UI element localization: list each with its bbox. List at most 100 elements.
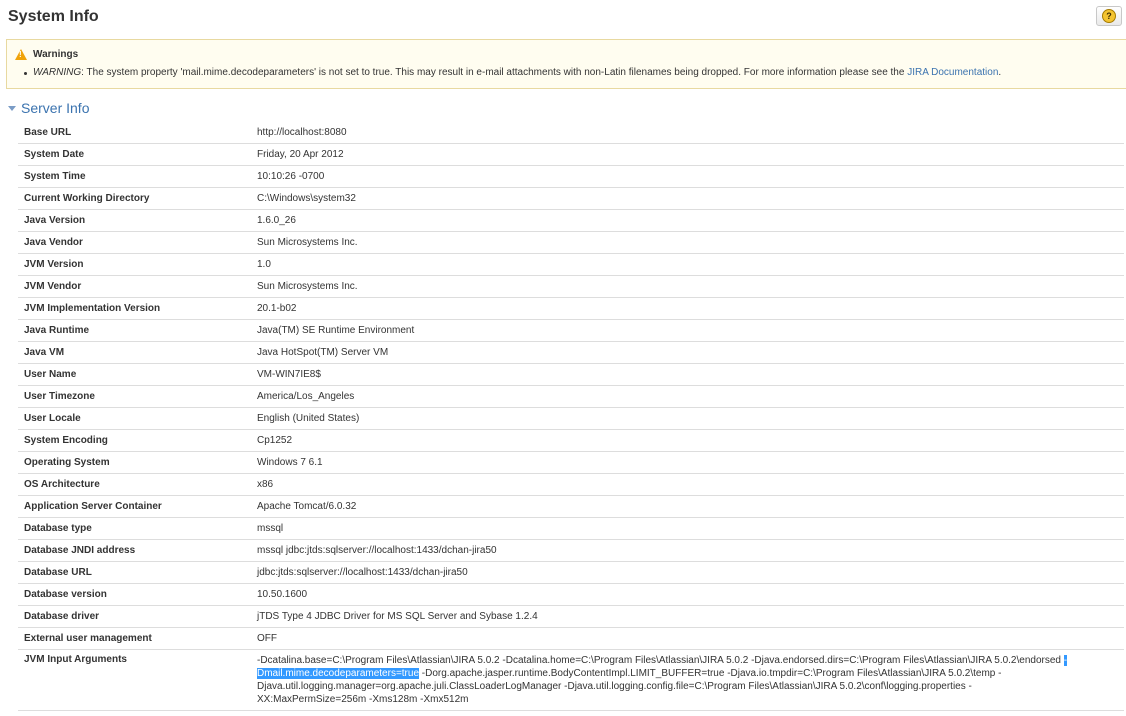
row-value: Windows 7 6.1 [251,451,1124,474]
jvm-args-text: -Dcatalina.base=C:\Program Files\Atlassi… [257,655,1064,666]
table-row: Database driver jTDS Type 4 JDBC Driver f… [18,605,1124,628]
row-value: Java HotSpot(TM) Server VM [251,341,1124,364]
row-key: JVM Vendor [18,275,251,298]
table-row: Java Runtime Java(TM) SE Runtime Environm… [18,319,1124,342]
warnings-panel: Warnings WARNING: The system property 'm… [6,39,1126,89]
jvm-args-line: Dmail.mime.decodeparameters=true -Dorg.a… [257,667,1118,680]
row-key: JVM Implementation Version [18,297,251,320]
row-key: Java Version [18,209,251,232]
row-key: System Date [18,143,251,166]
row-key: Database version [18,583,251,606]
row-key: External user management [18,627,251,650]
row-value: http://localhost:8080 [251,122,1124,144]
warning-text-end: . [998,67,1002,78]
row-key: User Timezone [18,385,251,408]
table-row: Java Version 1.6.0_26 [18,209,1124,232]
row-key: System Time [18,165,251,188]
table-row: Application Server Container Apache Tomca… [18,495,1124,518]
table-row: Java Vendor Sun Microsystems Inc. [18,231,1124,254]
row-value: 20.1-b02 [251,297,1124,320]
row-key: Database JNDI address [18,539,251,562]
row-value: -Dcatalina.base=C:\Program Files\Atlassi… [251,649,1124,711]
table-row: User Timezone America/Los_Angeles [18,385,1124,408]
row-value: Java(TM) SE Runtime Environment [251,319,1124,342]
row-key: Java Runtime [18,319,251,342]
row-key: User Locale [18,407,251,430]
table-row: User Name VM-WIN7IE8$ [18,363,1124,386]
row-key: System Encoding [18,429,251,452]
row-key: Database type [18,517,251,540]
row-value: 1.0 [251,253,1124,276]
row-value: 1.6.0_26 [251,209,1124,232]
selected-text: - [1063,655,1068,666]
warnings-heading-label: Warnings [33,49,79,60]
jvm-args-line: Djava.util.logging.manager=org.apache.ju… [257,681,972,692]
system-info-page: System Info ? Warnings WARNING: The syst… [0,0,1126,716]
row-key: Application Server Container [18,495,251,518]
help-button[interactable]: ? [1096,6,1122,26]
table-row: JVM Version 1.0 [18,253,1124,276]
row-value: 10.50.1600 [251,583,1124,606]
table-row: JVM Input Arguments -Dcatalina.base=C:\P… [18,649,1124,711]
table-row: User Locale English (United States) [18,407,1124,430]
table-row: Current Working Directory C:\Windows\syst… [18,187,1124,210]
row-value: America/Los_Angeles [251,385,1124,408]
row-value: mssql jdbc:jtds:sqlserver://localhost:14… [251,539,1124,562]
warning-item: WARNING: The system property 'mail.mime.… [23,67,1002,78]
row-value: Cp1252 [251,429,1124,452]
table-row: Base URL http://localhost:8080 [18,122,1124,144]
row-key: Base URL [18,122,251,144]
row-value: Sun Microsystems Inc. [251,231,1124,254]
row-key: Database URL [18,561,251,584]
table-row: Database version 10.50.1600 [18,583,1124,606]
selected-text: Dmail.mime.decodeparameters=true [257,668,420,679]
page-title: System Info [8,8,99,25]
table-row: External user management OFF [18,627,1124,650]
table-row: OS Architecture x86 [18,473,1124,496]
warning-text: : The system property 'mail.mime.decodep… [81,67,908,78]
row-key: Database driver [18,605,251,628]
row-key: User Name [18,363,251,386]
server-info-table: Base URL http://localhost:8080 System Date… [18,122,1124,711]
chevron-down-icon [8,105,16,111]
row-key: OS Architecture [18,473,251,496]
warning-label: WARNING [33,67,82,78]
row-value: VM-WIN7IE8$ [251,363,1124,386]
row-key: Current Working Directory [18,187,251,210]
help-icon: ? [1102,9,1116,23]
row-value: 10:10:26 -0700 [251,165,1124,188]
server-info-section-toggle[interactable]: Server Info [8,100,89,116]
table-row: Java VM Java HotSpot(TM) Server VM [18,341,1124,364]
row-value: jTDS Type 4 JDBC Driver for MS SQL Serve… [251,605,1124,628]
table-row: JVM Vendor Sun Microsystems Inc. [18,275,1124,298]
warnings-heading: Warnings [15,49,78,60]
section-title: Server Info [21,100,90,116]
row-value: Friday, 20 Apr 2012 [251,143,1124,166]
row-value: OFF [251,627,1124,650]
table-row: JVM Implementation Version 20.1-b02 [18,297,1124,320]
row-key: Java Vendor [18,231,251,254]
table-row: System Date Friday, 20 Apr 2012 [18,143,1124,166]
table-row: System Time 10:10:26 -0700 [18,165,1124,188]
row-key: Operating System [18,451,251,474]
row-value: Apache Tomcat/6.0.32 [251,495,1124,518]
row-value: C:\Windows\system32 [251,187,1124,210]
table-row: Operating System Windows 7 6.1 [18,451,1124,474]
table-row: Database JNDI address mssql jdbc:jtds:sql… [18,539,1124,562]
jvm-args-line: XX:MaxPermSize=256m -Xms128m -Xmx512m [257,694,469,705]
warning-icon [15,49,27,60]
row-key: JVM Version [18,253,251,276]
jira-documentation-link[interactable]: JIRA Documentation [907,67,998,78]
row-value: English (United States) [251,407,1124,430]
row-key: JVM Input Arguments [18,649,251,711]
row-value: x86 [251,473,1124,496]
jvm-args-line: -Dcatalina.base=C:\Program Files\Atlassi… [257,654,1118,667]
table-row: Database URL jdbc:jtds:sqlserver://localh… [18,561,1124,584]
row-key: Java VM [18,341,251,364]
row-value: mssql [251,517,1124,540]
table-row: System Encoding Cp1252 [18,429,1124,452]
table-row: Database type mssql [18,517,1124,540]
jvm-args-text: -Dorg.apache.jasper.runtime.BodyContentI… [419,668,1002,679]
row-value: jdbc:jtds:sqlserver://localhost:1433/dch… [251,561,1124,584]
row-value: Sun Microsystems Inc. [251,275,1124,298]
